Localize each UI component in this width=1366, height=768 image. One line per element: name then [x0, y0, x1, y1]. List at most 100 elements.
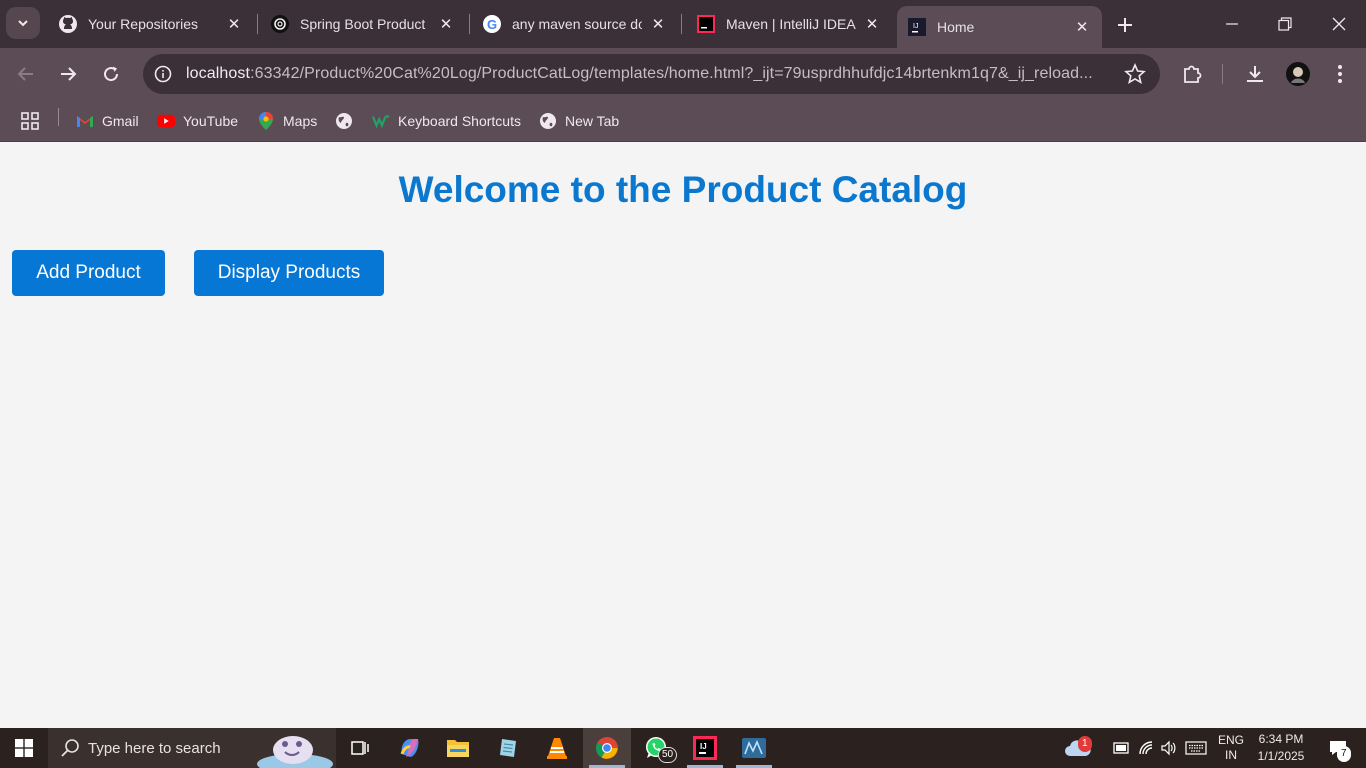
tab-title: Your Repositories: [88, 16, 198, 32]
site-info-icon[interactable]: [145, 56, 181, 92]
shortcuts-icon: [372, 112, 390, 130]
taskbar-vlc[interactable]: [533, 728, 581, 768]
close-icon[interactable]: ✕: [436, 14, 456, 34]
intellij-icon: IJ: [693, 736, 717, 760]
taskbar-notepad[interactable]: [484, 728, 532, 768]
close-icon[interactable]: ✕: [648, 14, 668, 34]
taskbar-intellij[interactable]: IJ: [681, 728, 729, 768]
taskbar-copilot[interactable]: [386, 728, 434, 768]
svg-text:IJ: IJ: [700, 742, 707, 751]
back-button[interactable]: [10, 58, 42, 90]
google-icon: G: [482, 14, 502, 34]
svg-text:G: G: [487, 17, 497, 32]
tab-title: any maven source do: [512, 16, 642, 32]
apps-grid-icon: [21, 112, 39, 130]
bookmark-label: Gmail: [102, 113, 139, 129]
github-icon: [58, 14, 78, 34]
tab-maven-intellij[interactable]: Maven | IntelliJ IDEA ✕: [686, 6, 892, 42]
battery-icon[interactable]: [1110, 728, 1132, 768]
new-tab-button[interactable]: [1112, 12, 1138, 38]
restore-icon: [1278, 17, 1292, 31]
close-icon: [1332, 17, 1346, 31]
task-view-button[interactable]: [336, 728, 384, 768]
taskbar-search-box[interactable]: Type here to search: [48, 728, 336, 768]
language-indicator[interactable]: ENG IN: [1212, 728, 1250, 768]
tab-strip: Your Repositories ✕ Spring Boot Product …: [0, 0, 1366, 48]
browser-toolbar: localhost:63342/Product%20Cat%20Log/Prod…: [0, 48, 1366, 100]
intellij-icon: IJ: [907, 17, 927, 37]
tab-divider: [681, 14, 682, 34]
close-icon[interactable]: ✕: [1072, 17, 1092, 37]
chevron-down-icon: [18, 20, 28, 27]
close-icon[interactable]: ✕: [862, 14, 882, 34]
tab-your-repositories[interactable]: Your Repositories ✕: [48, 6, 254, 42]
bookmark-label: Maps: [283, 113, 318, 129]
tab-divider: [257, 14, 258, 34]
tab-maven-search[interactable]: G any maven source do ✕: [472, 6, 678, 42]
start-button[interactable]: [0, 728, 48, 768]
close-window-button[interactable]: [1316, 8, 1362, 40]
tab-spring-boot-product[interactable]: Spring Boot Product ✕: [260, 6, 466, 42]
clock-date: 1/1/2025: [1257, 749, 1305, 763]
keyboard-icon[interactable]: [1183, 728, 1209, 768]
chrome-icon: [596, 737, 618, 759]
minimize-button[interactable]: [1209, 8, 1255, 40]
windows-taskbar: Type here to search 50 IJ 1 ENG IN 6:34 …: [0, 728, 1366, 768]
taskbar-chrome[interactable]: [583, 728, 631, 768]
search-highlight-icon: [257, 736, 333, 768]
copilot-icon: [400, 739, 419, 757]
reload-button[interactable]: [95, 58, 127, 90]
profile-avatar[interactable]: [1284, 60, 1312, 88]
volume-icon[interactable]: [1158, 728, 1180, 768]
notepad-icon: [500, 739, 516, 757]
globe-icon: [335, 112, 353, 130]
arrow-right-icon: [61, 67, 77, 81]
taskbar-whatsapp[interactable]: 50: [632, 728, 680, 768]
menu-button[interactable]: [1326, 60, 1354, 88]
bookmark-gmail[interactable]: Gmail: [76, 108, 139, 134]
display-products-button[interactable]: Display Products: [194, 250, 384, 296]
youtube-icon: [157, 112, 175, 130]
restore-button[interactable]: [1262, 8, 1308, 40]
url-text: localhost:63342/Product%20Cat%20Log/Prod…: [186, 65, 1116, 83]
weather-widget[interactable]: 1: [1060, 728, 1096, 768]
url-host: localhost: [186, 65, 251, 82]
notification-center-button[interactable]: 7: [1320, 728, 1356, 768]
url-path: :63342/Product%20Cat%20Log/ProductCatLog…: [250, 65, 1093, 82]
tab-search-button[interactable]: [6, 7, 40, 39]
language-code: ENG: [1217, 733, 1244, 747]
toolbar-divider: [1222, 64, 1223, 84]
forward-button[interactable]: [52, 58, 84, 90]
avatar-icon: [1286, 62, 1310, 86]
maps-icon: [257, 112, 275, 130]
folder-icon: [447, 740, 469, 757]
bookmark-globe[interactable]: [335, 108, 361, 134]
minimize-icon: [1226, 23, 1238, 25]
bookmark-keyboard-shortcuts[interactable]: Keyboard Shortcuts: [372, 108, 521, 134]
tab-divider: [469, 14, 470, 34]
bookmark-label: New Tab: [565, 113, 620, 129]
task-view-icon: [351, 741, 369, 755]
bookmark-youtube[interactable]: YouTube: [157, 108, 238, 134]
clock[interactable]: 6:34 PM 1/1/2025: [1252, 728, 1310, 768]
apps-button[interactable]: [20, 108, 40, 134]
close-icon[interactable]: ✕: [224, 14, 244, 34]
bookmark-new-tab[interactable]: New Tab: [539, 108, 619, 134]
page-title: Welcome to the Product Catalog: [398, 169, 968, 210]
address-bar[interactable]: localhost:63342/Product%20Cat%20Log/Prod…: [143, 54, 1160, 94]
bookmark-star-icon[interactable]: [1124, 62, 1146, 85]
taskbar-file-explorer[interactable]: [434, 728, 482, 768]
tab-home[interactable]: IJ Home ✕: [897, 6, 1102, 48]
extensions-button[interactable]: [1178, 60, 1206, 88]
gmail-icon: [76, 112, 94, 130]
puzzle-icon: [1184, 65, 1202, 83]
wifi-icon[interactable]: [1136, 728, 1158, 768]
tab-title: Maven | IntelliJ IDEA: [726, 16, 856, 32]
tab-title: Home: [937, 19, 975, 35]
tab-title: Spring Boot Product: [300, 16, 426, 32]
downloads-button[interactable]: [1241, 60, 1269, 88]
vlc-icon: [547, 738, 567, 759]
taskbar-mysql-workbench[interactable]: [730, 728, 778, 768]
add-product-button[interactable]: Add Product: [12, 250, 165, 296]
bookmark-maps[interactable]: Maps: [257, 108, 317, 134]
